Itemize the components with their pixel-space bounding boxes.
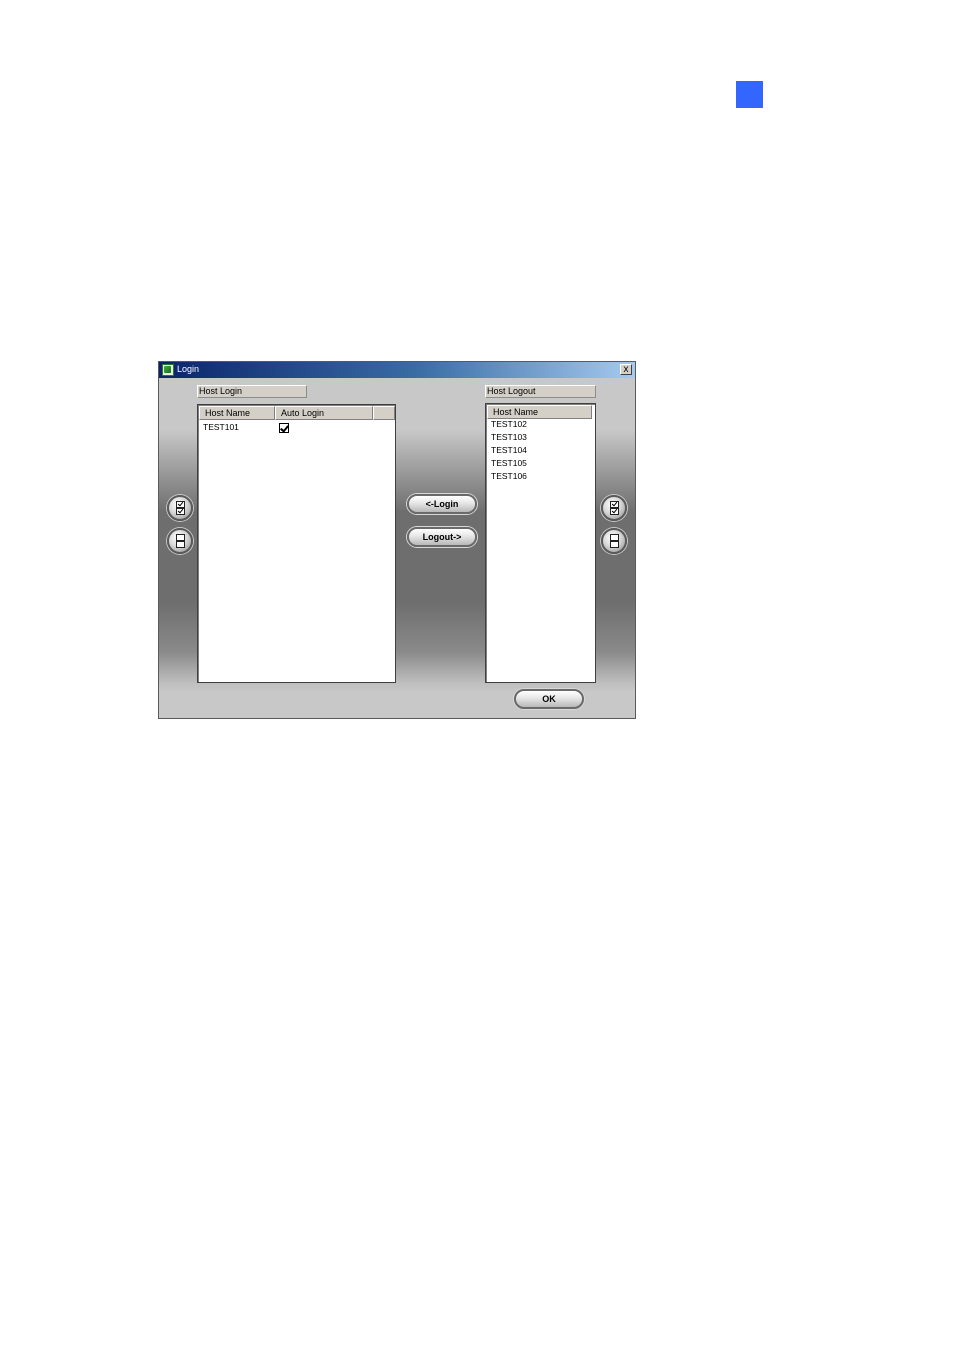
clear-all-icon: [176, 534, 185, 549]
list-item[interactable]: TEST105: [491, 457, 527, 470]
select-all-icon: [610, 501, 619, 516]
right-select-all-button[interactable]: [601, 495, 627, 521]
app-icon: [162, 364, 174, 376]
dialog-title: Login: [177, 364, 200, 374]
host-name-cell: TEST101: [203, 422, 239, 432]
close-button[interactable]: x: [620, 364, 632, 375]
column-host-name[interactable]: Host Name: [487, 405, 592, 419]
list-item-host-login[interactable]: TEST101: [203, 421, 239, 434]
host-login-label: Host Login: [197, 385, 307, 398]
login-dialog: Login x Host Login Host Name Auto Login …: [158, 361, 636, 719]
list-item[interactable]: TEST102: [491, 418, 527, 431]
host-logout-label: Host Logout: [485, 385, 596, 398]
left-clear-all-button[interactable]: [167, 528, 193, 554]
host-login-list[interactable]: Host Name Auto Login TEST101: [197, 404, 396, 683]
ok-button[interactable]: OK: [514, 689, 584, 709]
column-host-name[interactable]: Host Name: [199, 406, 275, 420]
right-clear-all-button[interactable]: [601, 528, 627, 554]
list-item[interactable]: TEST103: [491, 431, 527, 444]
login-button[interactable]: <-Login: [407, 494, 477, 514]
host-login-list-header: Host Name Auto Login: [199, 406, 395, 420]
column-auto-login[interactable]: Auto Login: [275, 406, 373, 420]
list-item[interactable]: TEST104: [491, 444, 527, 457]
host-logout-list-header: Host Name: [487, 405, 592, 419]
auto-login-checkbox[interactable]: [279, 423, 289, 433]
host-logout-list[interactable]: Host Name TEST102 TEST103 TEST104 TEST10…: [485, 403, 596, 683]
list-item[interactable]: TEST106: [491, 470, 527, 483]
column-spacer: [373, 406, 395, 420]
clear-all-icon: [610, 534, 619, 549]
title-bar[interactable]: Login x: [159, 362, 635, 378]
logout-button[interactable]: Logout->: [407, 527, 477, 547]
left-select-all-button[interactable]: [167, 495, 193, 521]
select-all-icon: [176, 501, 185, 516]
chapter-marker: [736, 81, 763, 108]
